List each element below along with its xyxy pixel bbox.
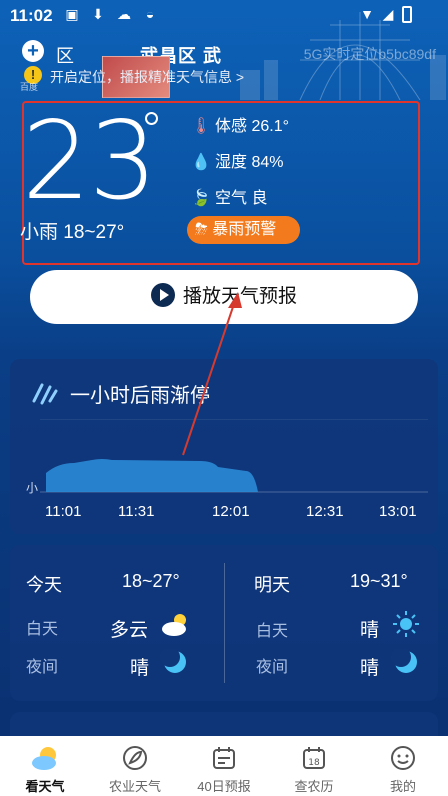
nav-agriculture[interactable]: 农业天气 bbox=[90, 736, 180, 796]
time-tick: 11:31 bbox=[118, 503, 155, 520]
cloud-icon: ☁ bbox=[117, 6, 131, 22]
location-notice[interactable]: ! 百度 开启定位，播报精准天气信息 > bbox=[20, 56, 420, 98]
today-night-label: 夜间 bbox=[26, 659, 59, 676]
feels-like-row: 🌡 体感 26.1° bbox=[191, 112, 289, 136]
time-tick: 13:01 bbox=[379, 503, 417, 520]
alert-label: 暴雨预警 bbox=[212, 221, 277, 238]
rain-forecast-card[interactable]: 一小时后雨渐停 小 11:01 11:31 12:01 12:31 13:01 bbox=[10, 359, 438, 534]
tomorrow-night-condition: 晴 bbox=[360, 658, 380, 679]
rain-intensity-label: 小 bbox=[26, 481, 39, 495]
lunar-calendar-icon: 18 bbox=[303, 747, 325, 769]
time-tick: 12:31 bbox=[306, 503, 344, 520]
notice-text[interactable]: 开启定位，播报精准天气信息 > bbox=[50, 67, 244, 87]
today-night-condition: 晴 bbox=[130, 658, 150, 679]
rain-intensity-chart bbox=[40, 419, 428, 493]
play-icon bbox=[150, 282, 175, 307]
leaf-icon: 🍃 bbox=[191, 190, 211, 207]
app-notification-icon: ▣ bbox=[65, 6, 79, 22]
humidity: 湿度 84% bbox=[215, 154, 284, 171]
download-icon: ⬇ bbox=[92, 6, 104, 22]
status-time: 11:02 bbox=[10, 6, 53, 25]
today-day-condition: 多云 bbox=[110, 620, 149, 641]
calendar-icon bbox=[213, 747, 235, 769]
weather-icon bbox=[32, 747, 56, 770]
moon-icon bbox=[391, 649, 417, 673]
weather-app-icon: ◒ bbox=[145, 6, 155, 22]
notice-source: 百度 bbox=[20, 82, 39, 92]
tomorrow-night-label: 夜间 bbox=[256, 659, 289, 676]
humidity-row: 💧 湿度 84% bbox=[191, 148, 283, 172]
nav-label: 40日预报 bbox=[197, 779, 251, 794]
thermometer-icon: 🌡 bbox=[191, 118, 212, 135]
feels-like: 体感 26.1° bbox=[215, 118, 289, 135]
storm-cloud-icon: ⛈ bbox=[195, 221, 208, 238]
tomorrow-label: 明天 bbox=[254, 575, 290, 595]
degree-symbol bbox=[145, 112, 158, 125]
time-tick: 11:01 bbox=[45, 503, 82, 520]
location-header: + 区 武昌区 武 5G实时定位b5bc89df bbox=[0, 36, 448, 70]
air-quality-row: 🍃 空气 良 bbox=[191, 184, 267, 208]
time-tick: 12:01 bbox=[212, 503, 250, 520]
moon-icon bbox=[160, 649, 186, 673]
droplet-icon: 💧 bbox=[191, 154, 211, 171]
play-forecast-button[interactable]: 播放天气预报 bbox=[30, 270, 418, 324]
rain-streaks-icon bbox=[32, 383, 58, 405]
today-day-label: 白天 bbox=[26, 621, 59, 638]
svg-text:18: 18 bbox=[308, 758, 320, 768]
nav-profile[interactable]: 我的 bbox=[358, 736, 448, 796]
current-condition: 小雨 18~27° bbox=[20, 222, 125, 243]
current-temperature: 23 bbox=[22, 99, 157, 224]
tomorrow-day-condition: 晴 bbox=[360, 620, 380, 641]
forecast-divider bbox=[224, 563, 225, 683]
nav-label: 查农历 bbox=[294, 779, 334, 794]
today-range: 18~27° bbox=[122, 571, 180, 591]
nav-40day[interactable]: 40日预报 bbox=[179, 736, 269, 796]
rain-forecast-title: 一小时后雨渐停 bbox=[70, 385, 210, 407]
tomorrow-range: 19~31° bbox=[350, 571, 408, 591]
tomorrow-day-label: 白天 bbox=[256, 623, 289, 640]
add-city-button[interactable]: + bbox=[22, 40, 44, 62]
nav-weather[interactable]: 看天气 bbox=[0, 736, 90, 796]
two-day-forecast-card[interactable]: 今天 18~27° 白天 多云 夜间 晴 明天 19~31° 白天 晴 夜间 晴 bbox=[10, 545, 438, 701]
nav-label: 看天气 bbox=[25, 779, 65, 794]
bottom-navigation: 看天气 农业天气 40日预报 18 查农历 我的 bbox=[0, 736, 448, 796]
agriculture-icon bbox=[123, 746, 147, 770]
nav-label: 农业天气 bbox=[108, 779, 161, 794]
today-label: 今天 bbox=[26, 575, 62, 595]
rain-time-axis: 11:01 11:31 12:01 12:31 13:01 bbox=[10, 503, 438, 523]
air-quality: 空气 良 bbox=[215, 190, 268, 207]
watermark-text: 5G实时定位b5bc89df bbox=[303, 46, 436, 62]
rainstorm-alert-badge[interactable]: ⛈ 暴雨预警 bbox=[187, 216, 300, 244]
profile-icon bbox=[391, 746, 415, 770]
play-forecast-label: 播放天气预报 bbox=[182, 286, 297, 307]
partly-cloudy-icon bbox=[162, 614, 186, 636]
location-short[interactable]: 区 bbox=[56, 42, 74, 68]
nav-lunar[interactable]: 18 查农历 bbox=[269, 736, 359, 796]
nav-label: 我的 bbox=[389, 779, 416, 794]
sun-icon bbox=[393, 611, 419, 637]
